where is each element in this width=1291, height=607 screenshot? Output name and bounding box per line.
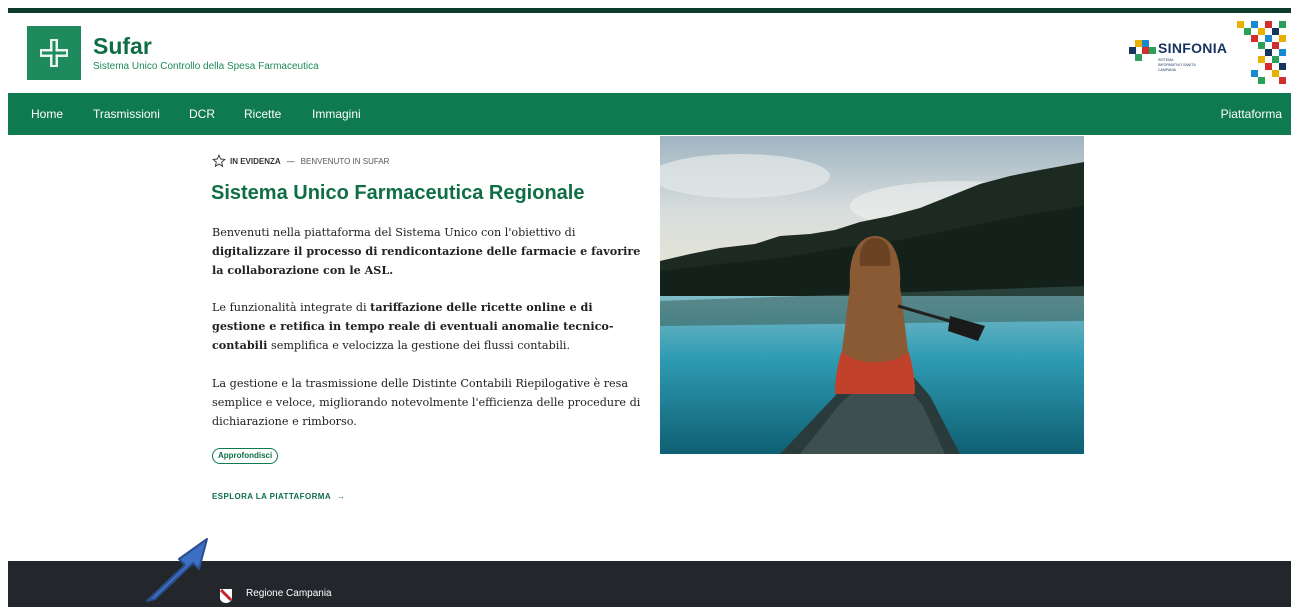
sinfonia-tagline: SISTEMA INFORMATIVO SANITÀ CAMPANIA [1158,58,1196,72]
site-header: Sufar Sistema Unico Controllo della Spes… [8,13,1291,93]
kicker: IN EVIDENZA — BENVENUTO IN SUFAR [212,154,389,168]
dcr-paragraph: La gestione e la trasmissione delle Dist… [212,377,641,428]
explore-platform-link[interactable]: ESPLORA LA PIATTAFORMA → [212,492,345,501]
features-text-start: Le funzionalità integrate di [212,301,371,314]
sinfonia-wordmark: SINFONIA [1158,40,1228,56]
nav-item-ricette[interactable]: Ricette [244,107,281,121]
page-title: Sistema Unico Farmaceutica Regionale [211,182,585,204]
intro-text: Benvenuti nella piattaforma del Sistema … [212,226,576,239]
nav-item-home[interactable]: Home [31,107,63,121]
sufar-logo[interactable] [27,26,81,80]
brand-title[interactable]: Sufar [93,33,152,60]
nav-item-piattaforma[interactable]: Piattaforma [1221,107,1282,121]
explore-label: ESPLORA LA PIATTAFORMA [212,492,332,501]
features-text-end: semplifica e velocizza la gestione dei f… [267,339,571,352]
kicker-text: BENVENUTO IN SUFAR [300,156,390,166]
nav-item-trasmissioni[interactable]: Trasmissioni [93,107,160,121]
kicker-highlight: IN EVIDENZA [230,156,281,166]
brand-subtitle: Sistema Unico Controllo della Spesa Farm… [93,61,319,72]
nav-item-dcr[interactable]: DCR [189,107,215,121]
arrow-right-icon: → [337,492,346,501]
intro-bold: digitalizzare il processo di rendicontaz… [212,244,641,277]
features-paragraph: Le funzionalità integrate di tariffazion… [212,298,647,355]
hero-lake-canoe-image [660,136,1084,454]
footer-region-label[interactable]: Regione Campania [246,588,332,599]
annotation-arrow-icon [146,538,208,602]
nav-item-immagini[interactable]: Immagini [312,107,361,121]
kicker-separator: — [286,156,295,166]
pharmacy-cross-icon [40,39,68,67]
intro-paragraph: Benvenuti nella piattaforma del Sistema … [212,223,647,280]
star-icon [212,154,226,168]
hero-image [660,136,1084,454]
approfondisci-button[interactable]: Approfondisci [212,448,279,464]
sinfonia-logo: SINFONIA SISTEMA INFORMATIVO SANITÀ CAMP… [1121,13,1291,93]
main-navigation: Home Trasmissioni DCR Ricette Immagini P… [8,93,1291,135]
